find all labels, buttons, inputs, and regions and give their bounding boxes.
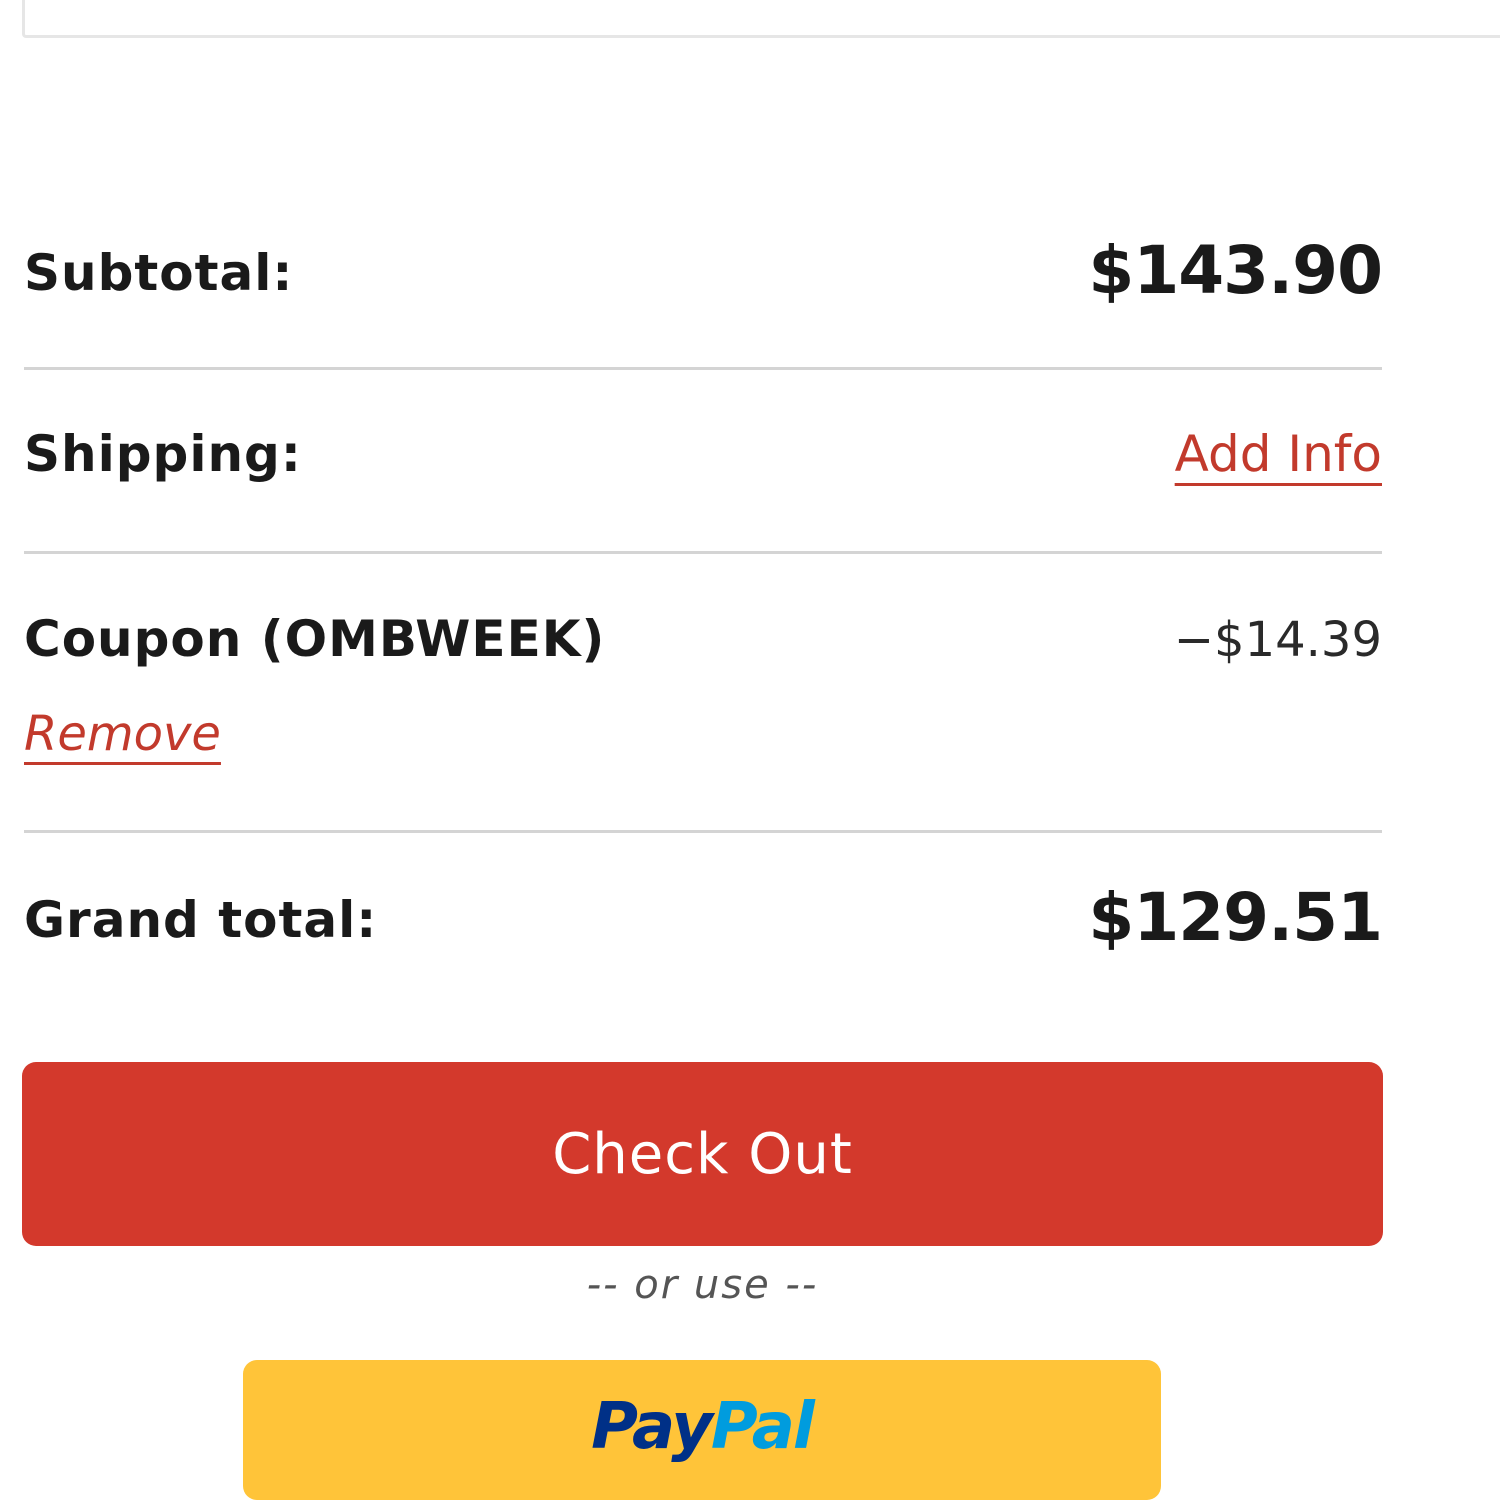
subtotal-row: Subtotal: $143.90 [24, 232, 1383, 318]
paypal-button[interactable]: PayPal [243, 1360, 1161, 1500]
paypal-logo-pay: Pay [591, 1390, 713, 1464]
subtotal-value: $143.90 [1088, 232, 1383, 309]
divider [24, 367, 1382, 370]
grand-total-value: $129.51 [1088, 879, 1383, 956]
coupon-label: Coupon (OMBWEEK) [24, 610, 606, 668]
shipping-row: Shipping: Add Info [24, 425, 1382, 505]
divider [24, 551, 1382, 554]
grand-total-label: Grand total: [24, 891, 378, 949]
add-shipping-info-link[interactable]: Add Info [1175, 425, 1382, 483]
checkout-button[interactable]: Check Out [22, 1062, 1383, 1246]
grand-total-row: Grand total: $129.51 [24, 879, 1383, 975]
subtotal-label: Subtotal: [24, 244, 294, 302]
coupon-discount-value: −$14.39 [1173, 612, 1382, 668]
remove-coupon-link[interactable]: Remove [24, 706, 221, 762]
coupon-row: Coupon (OMBWEEK) −$14.39 Remove [24, 610, 1382, 790]
cart-items-container [22, 0, 1500, 38]
shipping-label: Shipping: [24, 425, 302, 483]
checkout-button-label: Check Out [552, 1121, 853, 1187]
paypal-logo: PayPal [243, 1390, 1161, 1464]
paypal-logo-pal: Pal [710, 1390, 815, 1464]
or-use-separator: -- or use -- [586, 1262, 819, 1308]
divider [24, 830, 1382, 833]
